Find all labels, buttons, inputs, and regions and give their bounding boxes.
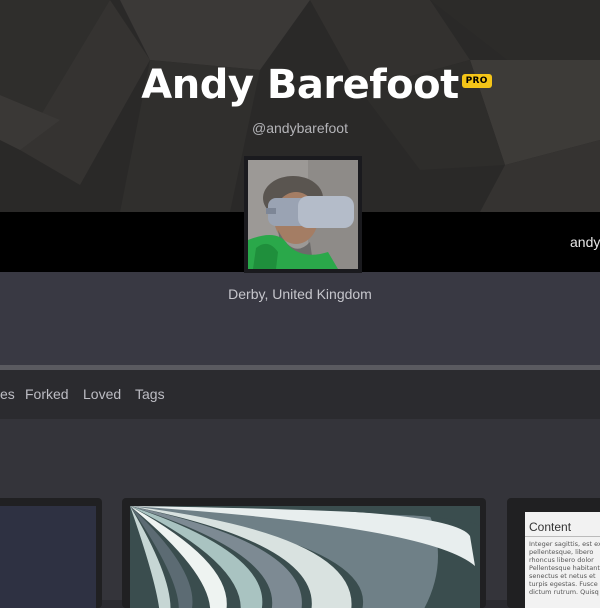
bar-right-text[interactable]: andy [570,234,600,250]
pen-card-preview[interactable]: Content Integer sagittis, est ex pellent… [525,512,600,608]
pen-preview-waves [130,506,480,608]
profile-handle[interactable]: @andybarefoot [0,120,600,136]
user-avatar-icon [248,160,358,269]
profile-name-text: Andy Barefoot [141,62,459,108]
tab-forked[interactable]: Forked [25,386,69,402]
pen-preview-text: Integer sagittis, est ex pellentesque, l… [529,540,600,596]
avatar[interactable] [244,156,362,273]
profile-name-wrap: Andy Barefoot PRO [0,62,600,108]
tab-tags[interactable]: Tags [135,386,165,402]
pen-card[interactable] [0,498,102,608]
pen-card[interactable] [122,498,486,608]
pen-card-preview[interactable] [130,506,480,608]
profile-name: Andy Barefoot PRO [141,62,492,108]
profile-location: Derby, United Kingdom [228,286,372,302]
tab-pens[interactable]: es [0,386,15,402]
pen-card-preview[interactable] [0,506,96,608]
pro-badge: PRO [461,74,492,88]
pen-preview-title: Content [525,512,600,537]
pen-card[interactable]: Content Integer sagittis, est ex pellent… [507,498,600,608]
tab-loved[interactable]: Loved [83,386,121,402]
